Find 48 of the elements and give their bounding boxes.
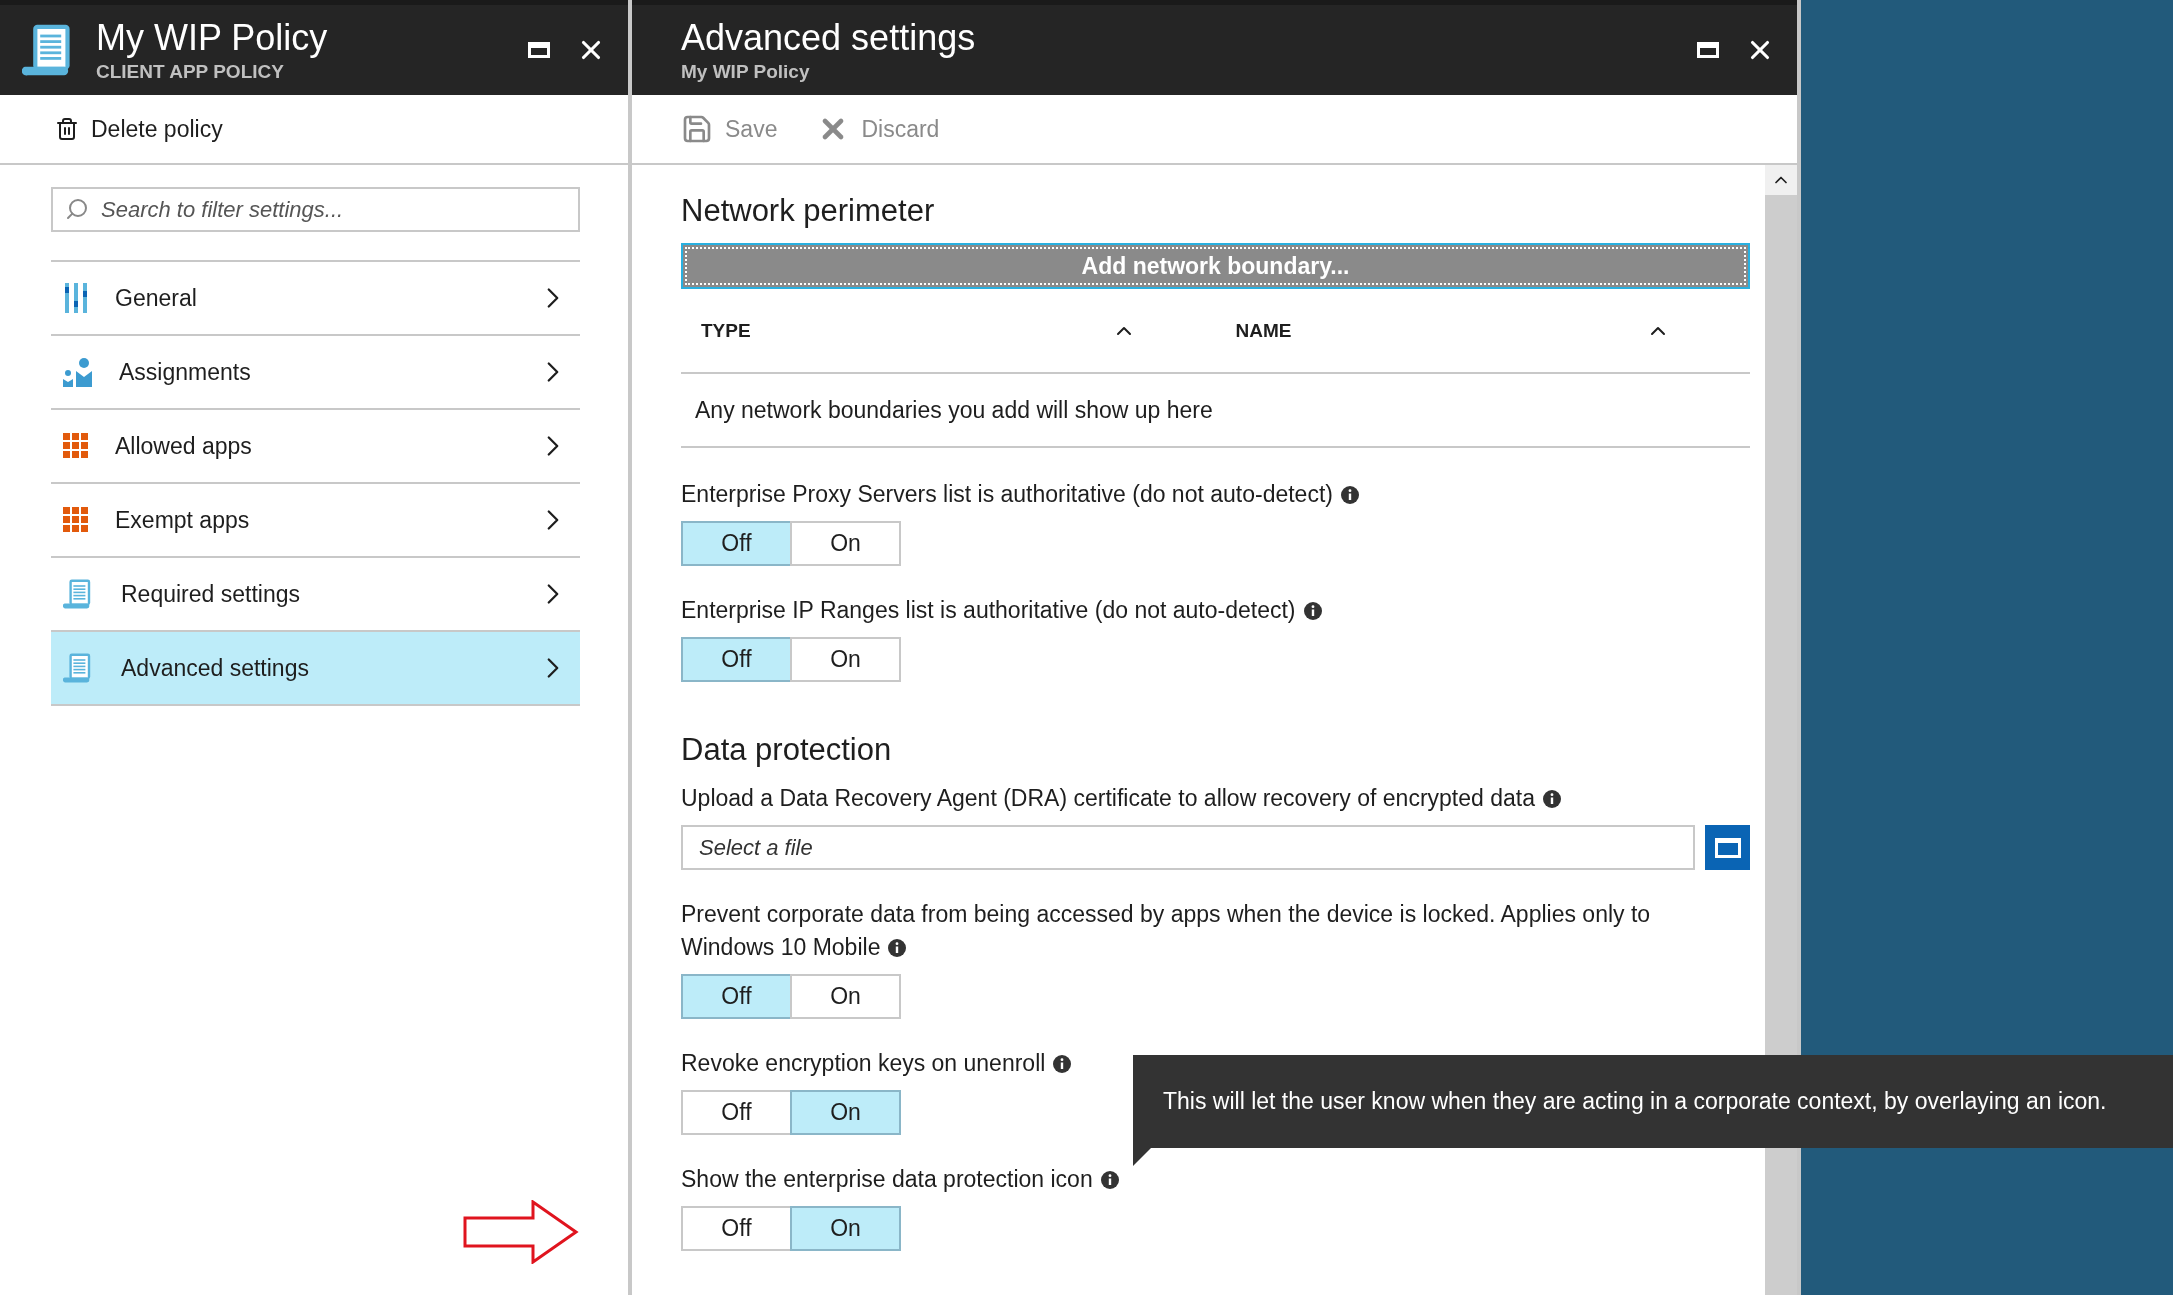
section-heading: Data protection xyxy=(681,732,893,768)
toggle-option[interactable]: On xyxy=(790,1090,901,1135)
menu-item[interactable]: Allowed apps xyxy=(51,408,580,482)
file-field[interactable]: Select a file xyxy=(681,825,1695,870)
info-icon[interactable] xyxy=(888,939,907,957)
menu-item[interactable]: Advanced settings xyxy=(51,630,580,706)
toggle-option[interactable]: On xyxy=(790,1206,901,1251)
setting-label: Show the enterprise data protection icon xyxy=(681,1163,1731,1196)
trash-icon xyxy=(55,117,79,141)
empty-table-message: Any network boundaries you add will show up here xyxy=(681,374,1750,448)
app-grid-icon xyxy=(63,433,89,459)
info-icon[interactable] xyxy=(1053,1055,1072,1073)
tooltip-pointer xyxy=(1133,1146,1153,1166)
setting-label: Enterprise Proxy Servers list is authoritative (do not auto-detect) xyxy=(681,478,1731,511)
search-icon xyxy=(65,197,89,221)
toggle-option[interactable]: Off xyxy=(681,974,792,1019)
blade-title: My WIP Policy xyxy=(96,17,329,59)
blade-title: Advanced settings xyxy=(681,17,977,59)
info-icon[interactable] xyxy=(1542,790,1561,808)
toggle-option[interactable]: On xyxy=(790,637,901,682)
toggle-option[interactable]: Off xyxy=(681,637,792,682)
app-grid-icon xyxy=(63,507,89,533)
info-icon[interactable] xyxy=(1340,486,1359,504)
toggle-option[interactable]: On xyxy=(790,521,901,566)
tooltip: This will let the user know when they are acting in a corporate context, by overlaying an icon. xyxy=(1133,1055,2173,1148)
browse-button[interactable] xyxy=(1705,825,1750,870)
toggle-option[interactable]: Off xyxy=(681,1090,792,1135)
menu-item[interactable]: General xyxy=(51,260,580,334)
menu-item[interactable]: Assignments xyxy=(51,334,580,408)
setting-label: Upload a Data Recovery Agent (DRA) certificate to allow recovery of encrypted data xyxy=(681,782,1731,815)
info-icon[interactable] xyxy=(1100,1171,1119,1189)
blade-subtitle: My WIP Policy xyxy=(681,61,811,83)
setting-label: Enterprise IP Ranges list is authoritative (do not auto-detect) xyxy=(681,594,1731,627)
info-icon[interactable] xyxy=(1303,602,1322,620)
column-header[interactable]: TYPE xyxy=(701,319,1112,342)
column-header[interactable]: NAME xyxy=(1235,319,1646,342)
menu-item[interactable]: Exempt apps xyxy=(51,482,580,556)
search-field[interactable]: Search to filter settings... xyxy=(51,187,580,232)
save-icon xyxy=(681,113,713,145)
people-icon xyxy=(63,357,93,387)
delete-policy-button[interactable]: Delete policy xyxy=(55,111,223,147)
toggle-option[interactable]: Off xyxy=(681,1206,792,1251)
blade-subtitle: CLIENT APP POLICY xyxy=(96,61,285,83)
setting-label: Prevent corporate data from being accessed by apps when the device is locked. Applies only to Windows 10 Mobile xyxy=(681,900,1652,962)
toggle-option[interactable]: Off xyxy=(681,521,792,566)
toggle-option[interactable]: On xyxy=(790,974,901,1019)
sliders-icon xyxy=(63,283,89,313)
section-heading: Network perimeter xyxy=(681,193,936,229)
